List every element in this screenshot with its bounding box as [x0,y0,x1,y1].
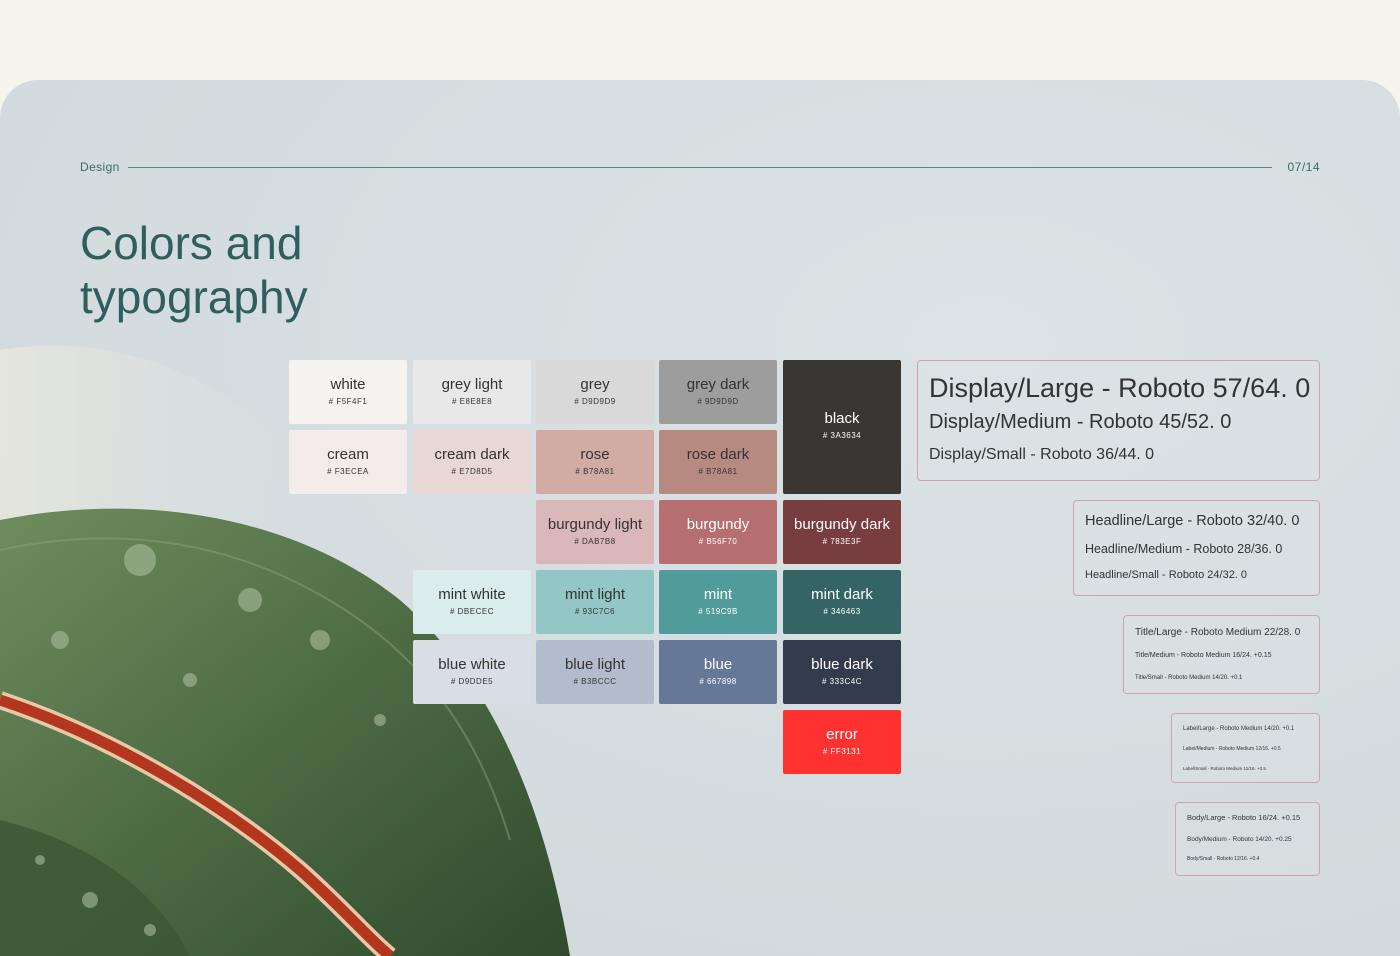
swatch-burgundy: burgundy # B56F70 [659,500,777,564]
swatch-hex: # E8E8E8 [451,397,493,406]
swatch-black: black # 3A3634 [783,360,901,494]
type-headline-large: Headline/Large - Roboto 32/40. 0 [1085,513,1300,529]
type-label-large: Label/Large - Roboto Medium 14/20. +0.1 [1183,726,1295,732]
type-title-box: Title/Large - Roboto Medium 22/28. 0 Tit… [1123,615,1320,694]
swatch-mint: mint # 519C9B [659,570,777,634]
swatch-name: blue white [438,656,506,673]
swatch-name: grey [580,376,610,393]
swatch-hex: # D9DDE5 [450,677,494,686]
swatch-hex: # 93C7C6 [574,607,616,616]
swatch-blue-white: blue white # D9DDE5 [413,640,531,704]
type-body-medium: Body/Medium - Roboto 14/20. +0.25 [1187,836,1292,843]
swatch-name: blue [703,656,733,673]
swatch-name: cream dark [434,446,510,463]
type-title-small: Title/Small - Roboto Medium 14/20. +0.1 [1135,675,1243,681]
swatch-hex: # B56F70 [698,537,738,546]
type-body-large: Body/Large - Roboto 16/24. +0.15 [1187,813,1301,822]
swatch-hex: # 333C4C [821,677,863,686]
swatch-hex: # B3BCCC [573,677,617,686]
swatch-hex: # E7D8D5 [451,467,493,476]
type-body-small: Body/Small - Roboto 12/16. +0.4 [1187,856,1260,862]
swatch-rose-dark: rose dark # B78A81 [659,430,777,494]
type-title-medium: Title/Medium - Roboto Medium 16/24. +0.1… [1135,652,1272,659]
swatch-name: rose dark [686,446,750,463]
swatch-rose: rose # B78A81 [536,430,654,494]
title-line-1: Colors and [80,217,303,269]
type-label-small: Label/Small - Roboto Medium 11/16. +0.5 [1183,766,1266,771]
type-headline-medium: Headline/Medium - Roboto 28/36. 0 [1085,542,1283,556]
swatch-blue: blue # 667898 [659,640,777,704]
swatch-hex: # D9D9D9 [574,397,616,406]
swatch-hex: # 346463 [823,607,861,616]
swatch-name: burgundy light [547,516,643,533]
swatch-name: grey light [441,376,503,393]
type-headline-box: Headline/Large - Roboto 32/40. 0 Headlin… [1073,500,1320,596]
swatch-name: black [824,410,860,427]
type-body-box: Body/Large - Roboto 16/24. +0.15 Body/Me… [1175,802,1320,876]
swatch-hex: # 667898 [699,677,737,686]
swatch-burgundy-light: burgundy light # DAB7B8 [536,500,654,564]
swatch-name: mint dark [811,586,873,603]
swatch-name: cream [327,446,369,463]
swatch-name: white [330,376,366,393]
swatch-name: rose [580,446,610,463]
swatch-name: grey dark [686,376,750,393]
type-label-medium: Label/Medium - Roboto Medium 12/16. +0.5 [1183,746,1281,752]
swatch-grey: grey # D9D9D9 [536,360,654,424]
swatch-name: burgundy [686,516,750,533]
divider-line [128,167,1272,168]
swatch-hex: # B78A81 [698,467,738,476]
swatch-cream-dark: cream dark # E7D8D5 [413,430,531,494]
swatch-mint-light: mint light # 93C7C6 [536,570,654,634]
swatch-hex: # B78A81 [575,467,615,476]
swatch-name: error [826,726,858,743]
swatch-hex: # FF3131 [822,747,862,756]
swatch-burgundy-dark: burgundy dark # 783E3F [783,500,901,564]
swatch-name: blue dark [811,656,873,673]
swatch-blue-light: blue light # B3BCCC [536,640,654,704]
swatch-name: mint [703,586,733,603]
swatch-mint-dark: mint dark # 346463 [783,570,901,634]
page-number: 07/14 [1287,160,1320,174]
type-display-box: Display/Large - Roboto 57/64. 0 Display/… [917,360,1320,481]
type-title-large: Title/Large - Roboto Medium 22/28. 0 [1135,627,1301,638]
swatch-white: white # F5F4F1 [289,360,407,424]
swatch-grey-dark: grey dark # 9D9D9D [659,360,777,424]
swatch-hex: # 9D9D9D [697,397,739,406]
swatch-name: burgundy dark [794,516,890,533]
swatch-mint-white: mint white # DBECEC [413,570,531,634]
swatch-cream: cream # F3ECEA [289,430,407,494]
swatch-hex: # 783E3F [822,537,862,546]
swatch-hex: # F5F4F1 [328,397,368,406]
swatch-hex: # DBECEC [449,607,494,616]
swatch-grey-light: grey light # E8E8E8 [413,360,531,424]
page-title: Colors and typography [80,216,400,324]
type-display-small: Display/Small - Roboto 36/44. 0 [929,446,1154,463]
swatch-hex: # 519C9B [698,607,738,616]
swatch-name: mint white [438,586,506,603]
section-label: Design [80,160,120,174]
swatch-hex: # 3A3634 [822,431,862,440]
swatch-error: error # FF3131 [783,710,901,774]
type-label-box: Label/Large - Roboto Medium 14/20. +0.1 … [1171,713,1320,783]
swatch-name: mint light [564,586,626,603]
swatch-hex: # DAB7B8 [574,537,616,546]
section-header: Design 07/14 [80,160,1320,176]
swatch-blue-dark: blue dark # 333C4C [783,640,901,704]
type-headline-small: Headline/Small - Roboto 24/32. 0 [1085,569,1248,581]
type-display-medium: Display/Medium - Roboto 45/52. 0 [929,411,1232,433]
swatch-hex: # F3ECEA [327,467,369,476]
swatch-name: blue light [564,656,626,673]
type-display-large: Display/Large - Roboto 57/64. 0 [929,373,1311,403]
title-line-2: typography [80,271,308,323]
